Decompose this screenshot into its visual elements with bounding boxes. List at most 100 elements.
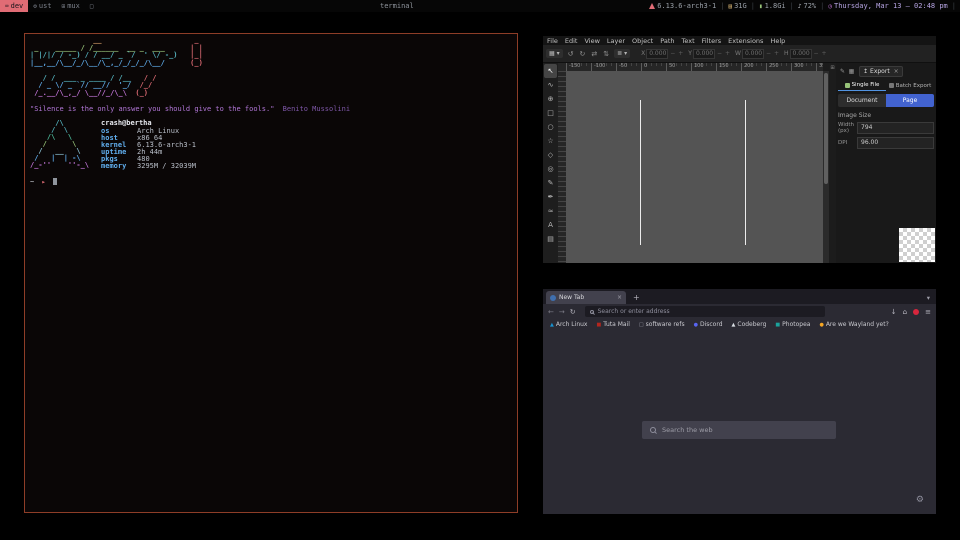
focused-window-title: terminal bbox=[380, 0, 414, 12]
tool-rectangle[interactable]: □ bbox=[544, 106, 557, 120]
tool-node-editor[interactable]: ∿ bbox=[544, 78, 557, 92]
bookmark-label: Are we Wayland yet? bbox=[826, 321, 889, 328]
download-icon[interactable]: ↓ bbox=[891, 308, 897, 316]
swatches-dock-icon[interactable]: ▦ bbox=[847, 68, 856, 75]
objects-dock-icon[interactable]: ✎ bbox=[838, 68, 847, 75]
increment-button[interactable]: + bbox=[724, 50, 731, 57]
browser-window[interactable]: New Tab × + ▾ ← → ↻ Search or enter addr… bbox=[543, 289, 936, 514]
tool-pen[interactable]: ✒ bbox=[544, 190, 557, 204]
forward-button[interactable]: → bbox=[559, 308, 565, 316]
rotate-cw-icon[interactable]: ↻ bbox=[579, 50, 585, 58]
close-icon[interactable]: × bbox=[617, 294, 622, 301]
menu-text[interactable]: Text bbox=[682, 37, 695, 45]
menu-path[interactable]: Path bbox=[660, 37, 674, 45]
menu-object[interactable]: Object bbox=[632, 37, 653, 45]
field-input[interactable]: 0.000 bbox=[693, 49, 715, 59]
menu-view[interactable]: View bbox=[584, 37, 599, 45]
tool-pencil[interactable]: ✎ bbox=[544, 176, 557, 190]
bookmark-tuta-mail[interactable]: ■Tuta Mail bbox=[596, 321, 629, 328]
flip-vertical-icon[interactable]: ⇅ bbox=[603, 50, 609, 58]
export-tab[interactable]: ↥ Export × bbox=[859, 66, 903, 77]
new-tab-button[interactable]: + bbox=[633, 293, 640, 302]
menu-extensions[interactable]: Extensions bbox=[728, 37, 763, 45]
field-input[interactable]: 0.000 bbox=[790, 49, 812, 59]
tab-list-chevron-icon[interactable]: ▾ bbox=[927, 294, 930, 302]
increment-button[interactable]: + bbox=[677, 50, 684, 57]
tool-spiral[interactable]: ◎ bbox=[544, 162, 557, 176]
document-button[interactable]: Document bbox=[838, 94, 886, 107]
tool-ellipse[interactable]: ○ bbox=[544, 120, 557, 134]
close-icon[interactable]: × bbox=[894, 68, 899, 75]
tab-new-tab[interactable]: New Tab × bbox=[546, 291, 626, 304]
decrement-button[interactable]: − bbox=[813, 50, 820, 57]
url-placeholder: Search or enter address bbox=[598, 308, 670, 315]
bookmark-discord[interactable]: ●Discord bbox=[694, 321, 723, 328]
tab-batch-export[interactable]: Batch Export bbox=[886, 80, 934, 91]
align-dropdown[interactable]: ≣ ▾ bbox=[614, 49, 630, 58]
personalize-gear-icon[interactable]: ⚙ bbox=[916, 495, 924, 505]
bookmark-label: Tuta Mail bbox=[603, 321, 630, 328]
tool-text[interactable]: A bbox=[544, 218, 557, 232]
decrement-button[interactable]: − bbox=[716, 50, 723, 57]
page-right-edge bbox=[745, 100, 746, 245]
field-input[interactable]: 0.000 bbox=[646, 49, 668, 59]
inkscape-menubar: File Edit View Layer Object Path Text Filters Ex… bbox=[543, 36, 936, 45]
menu-edit[interactable]: Edit bbox=[565, 37, 578, 45]
shell-prompt[interactable]: ~ ▸ bbox=[30, 178, 512, 186]
status-clock-text: Thursday, Mar 13 — 02:48 pm bbox=[834, 2, 948, 10]
style-dropdown[interactable]: ▦ ▾ bbox=[546, 49, 563, 58]
increment-button[interactable]: + bbox=[773, 50, 780, 57]
drawing-canvas[interactable] bbox=[566, 71, 823, 263]
tool-box-3d[interactable]: ◇ bbox=[544, 148, 557, 162]
status-memory: ▮1.8Gi bbox=[759, 2, 786, 10]
bookmark-software-refs[interactable]: □software refs bbox=[639, 321, 685, 328]
menu-filters[interactable]: Filters bbox=[702, 37, 721, 45]
bookmark-codeberg[interactable]: ▲Codeberg bbox=[732, 321, 767, 328]
web-search-input[interactable]: Search the web bbox=[642, 421, 836, 439]
snap-toolbar[interactable]: ⊞ bbox=[829, 63, 836, 263]
rotate-ccw-icon[interactable]: ↺ bbox=[568, 50, 574, 58]
field-input[interactable]: 0.000 bbox=[742, 49, 764, 59]
export-dock: ✎▦ ↥ Export × Single FileBatch Export Do… bbox=[836, 63, 936, 263]
width-input[interactable]: 794 bbox=[857, 122, 934, 134]
tool-star[interactable]: ☆ bbox=[544, 134, 557, 148]
bookmark-label: Photopea bbox=[782, 321, 810, 328]
workspace-tag-mux[interactable]: ⊞mux bbox=[57, 0, 85, 12]
menu-icon[interactable]: ≡ bbox=[925, 308, 931, 316]
workspace-tag-ust[interactable]: ⚙ust bbox=[28, 0, 56, 12]
back-button[interactable]: ← bbox=[548, 308, 554, 316]
bookmark-photopea[interactable]: ■Photopea bbox=[775, 321, 810, 328]
menu-file[interactable]: File bbox=[547, 37, 558, 45]
tool-shape-builder[interactable]: ⊕ bbox=[544, 92, 557, 106]
increment-button[interactable]: + bbox=[821, 50, 828, 57]
export-mode-tabs: Single FileBatch Export bbox=[838, 80, 934, 91]
reload-button[interactable]: ↻ bbox=[570, 308, 576, 316]
extension-icon[interactable] bbox=[913, 309, 919, 315]
flip-horizontal-icon[interactable]: ⇄ bbox=[591, 50, 597, 58]
home-icon[interactable]: ⌂ bbox=[903, 308, 907, 316]
bookmark-arch-linux[interactable]: ▲Arch Linux bbox=[550, 321, 587, 328]
status-kernel: 6.13.6-arch3-1 bbox=[649, 2, 716, 10]
inkscape-window[interactable]: File Edit View Layer Object Path Text Filters Ex… bbox=[543, 36, 936, 263]
quote-text: "Silence is the only answer you should g… bbox=[30, 105, 274, 113]
scrollbar-thumb[interactable] bbox=[824, 73, 828, 184]
dpi-input[interactable]: 96.00 bbox=[857, 137, 934, 149]
page-button[interactable]: Page bbox=[886, 94, 934, 107]
snap-toggle-icon[interactable]: ⊞ bbox=[830, 65, 834, 71]
tool-gradient[interactable]: ▤ bbox=[544, 232, 557, 246]
workspace-tag-empty[interactable]: □ bbox=[85, 0, 99, 12]
menu-layer[interactable]: Layer bbox=[607, 37, 625, 45]
tool-calligraphy[interactable]: ≈ bbox=[544, 204, 557, 218]
status-disk: ▤31G bbox=[728, 2, 746, 10]
terminal-window[interactable]: __ _ _ _____ / /______ __ _ ___ | || |/|… bbox=[24, 33, 518, 513]
workspace-tag-dev[interactable]: ⌨dev bbox=[0, 0, 28, 12]
tab-single-file[interactable]: Single File bbox=[838, 80, 886, 91]
bookmark-are-we-wayland-yet[interactable]: ●Are we Wayland yet? bbox=[819, 321, 888, 328]
tool-selector[interactable]: ↖ bbox=[544, 64, 557, 78]
decrement-button[interactable]: − bbox=[669, 50, 676, 57]
url-bar[interactable]: Search or enter address bbox=[585, 306, 825, 317]
decrement-button[interactable]: − bbox=[765, 50, 772, 57]
field-label: Y bbox=[688, 50, 692, 57]
menu-help[interactable]: Help bbox=[770, 37, 785, 45]
canvas-area[interactable]: -150-100-50050100150200250300350 ⊞ bbox=[558, 63, 836, 263]
